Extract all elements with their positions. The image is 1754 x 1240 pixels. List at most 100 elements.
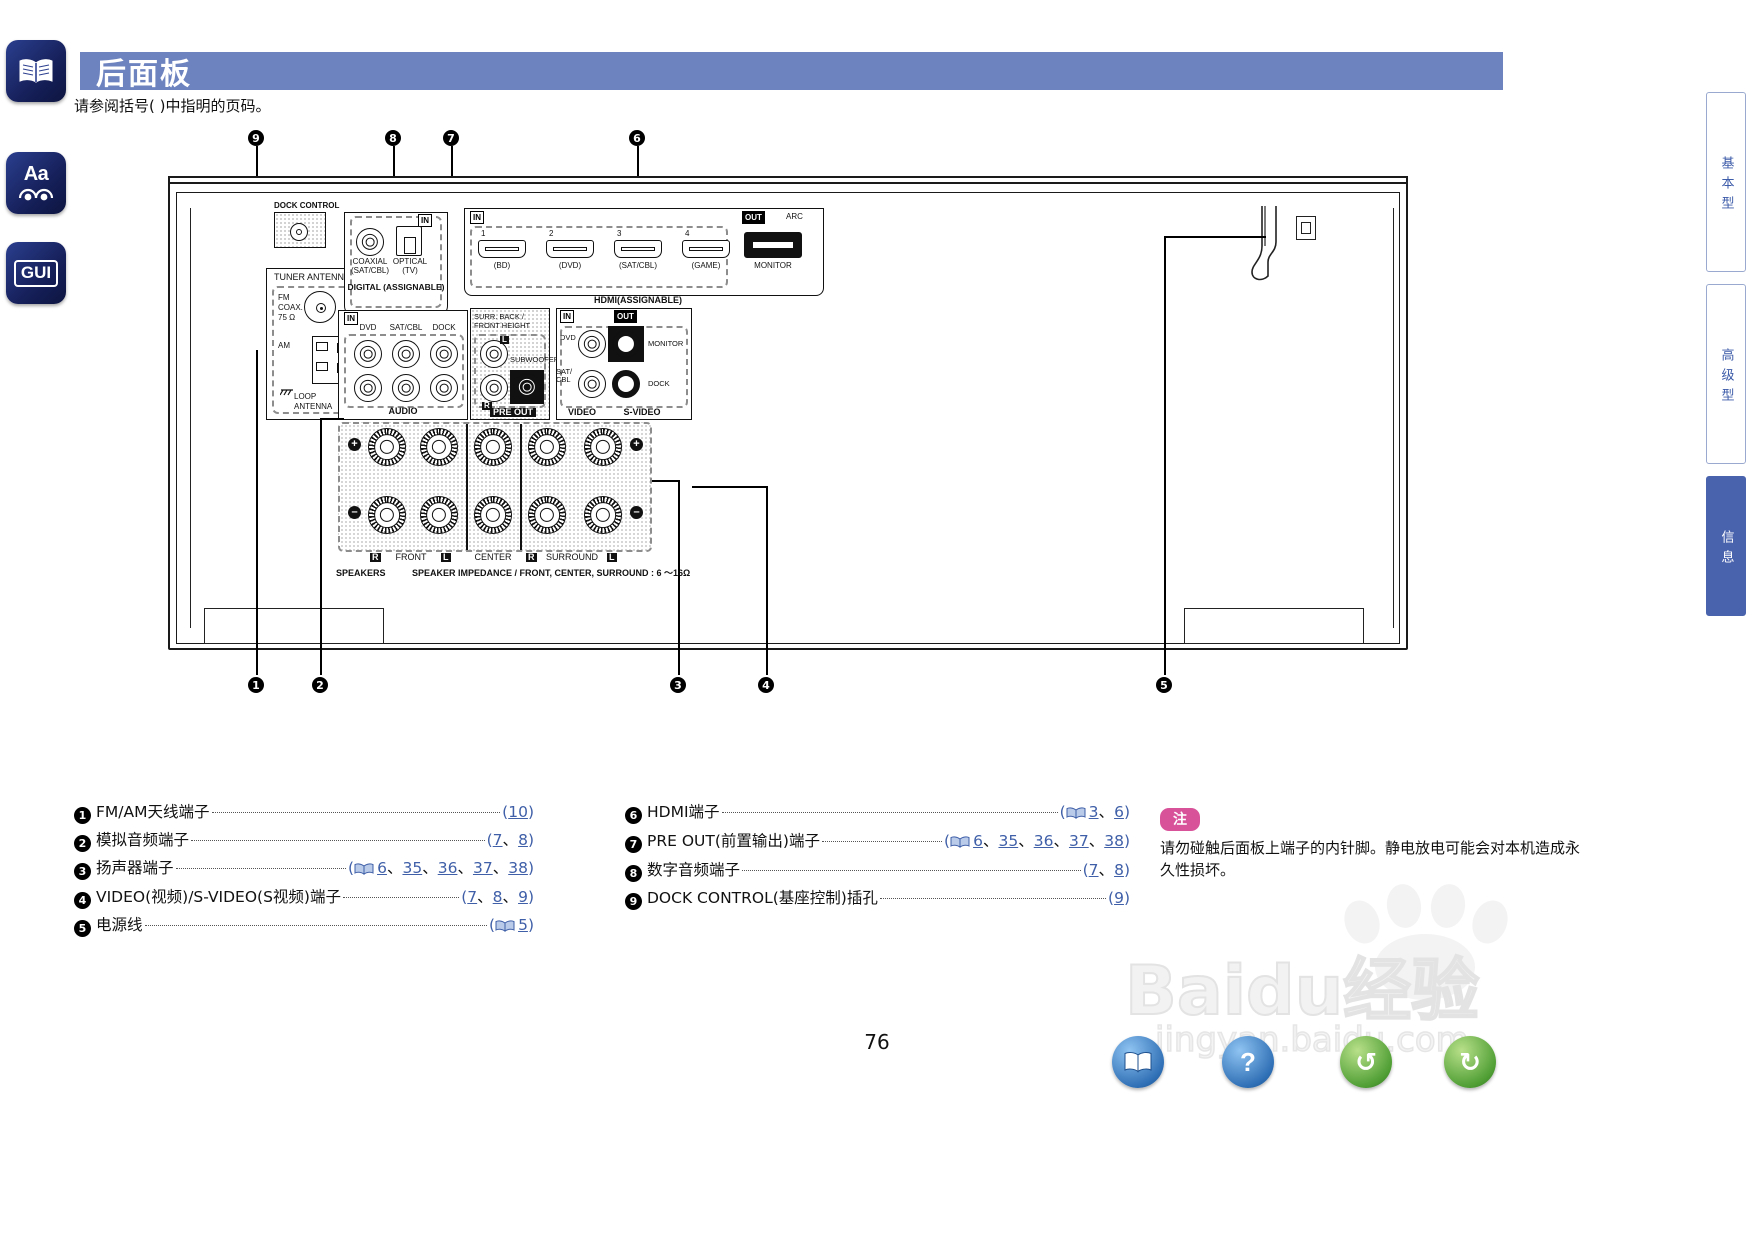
sidebar-tab-basic[interactable]: 基本型 bbox=[1706, 92, 1746, 272]
legend-item-2[interactable]: 2 模拟音频端子 (7、8) bbox=[74, 828, 534, 852]
video-dvd-jack[interactable] bbox=[578, 330, 606, 358]
polarity-plus-left: + bbox=[348, 438, 361, 451]
legend-item-4[interactable]: 4 VIDEO(视频)/S-VIDEO(S视频)端子 (7、8、9) bbox=[74, 885, 534, 909]
legend-item-7-text: PRE OUT(前置输出)端子 bbox=[647, 832, 820, 850]
speakers-label: SPEAKERS bbox=[336, 568, 386, 578]
video-dvd-label: DVD bbox=[560, 333, 576, 342]
page-title-bar bbox=[80, 52, 1503, 90]
speaker-divider-2 bbox=[520, 424, 522, 550]
sidebar-tab-advanced[interactable]: 高级型 bbox=[1706, 284, 1746, 464]
legend-item-3[interactable]: 3 扬声器端子 (6、35、36、37、38) bbox=[74, 856, 534, 880]
speaker-post-front-r-minus[interactable] bbox=[368, 496, 406, 534]
optical-digital-jack[interactable] bbox=[396, 226, 422, 256]
power-inlet-inner bbox=[1301, 222, 1311, 234]
speaker-post-front-r-plus[interactable] bbox=[368, 428, 406, 466]
hdmi-port-3[interactable] bbox=[614, 240, 662, 258]
speaker-front-label: FRONT bbox=[395, 552, 427, 562]
legend-item-4-pages[interactable]: (7、8、9) bbox=[461, 885, 534, 907]
hdmi-group-label: HDMI(ASSIGNABLE) bbox=[594, 295, 682, 305]
video-out-badge: OUT bbox=[614, 310, 637, 323]
video-satcbl-label: SAT/ CBL bbox=[556, 367, 573, 385]
fm-coax-jack[interactable] bbox=[304, 291, 336, 323]
hdmi-port-3-num: 3 bbox=[617, 229, 622, 238]
book-ref-icon bbox=[354, 861, 374, 879]
audio-satcbl-l-jack[interactable] bbox=[392, 340, 420, 368]
callout-4: 4 bbox=[758, 677, 774, 693]
audio-dvd-r-jack[interactable] bbox=[354, 374, 382, 402]
speaker-post-front-l-plus[interactable] bbox=[420, 428, 458, 466]
preout-L-badge: L bbox=[500, 335, 509, 345]
audio-dock-l-jack[interactable] bbox=[430, 340, 458, 368]
speaker-post-center-minus[interactable] bbox=[474, 496, 512, 534]
legend-item-4-dots bbox=[342, 888, 460, 898]
hdmi-port-4[interactable] bbox=[682, 240, 730, 258]
speaker-post-surround-r-minus[interactable] bbox=[528, 496, 566, 534]
help-button[interactable]: ? bbox=[1222, 1036, 1274, 1088]
subwoofer-jack[interactable] bbox=[513, 373, 541, 401]
speaker-post-center-plus[interactable] bbox=[474, 428, 512, 466]
rear-panel-diagram: DOCK CONTROL TUNER ANTENNA FM COAX. 75 Ω… bbox=[0, 120, 1520, 700]
watermark-line1: Baidu经验 bbox=[1124, 951, 1480, 1032]
coaxial-digital-jack[interactable] bbox=[356, 228, 384, 256]
legend-item-5-dots bbox=[144, 916, 487, 926]
page-title: 后面板 bbox=[96, 57, 192, 92]
legend-item-3-pages[interactable]: (6、35、36、37、38) bbox=[348, 856, 534, 879]
svideo-dock-jack[interactable] bbox=[612, 370, 640, 398]
speaker-post-surround-l-plus[interactable] bbox=[584, 428, 622, 466]
legend-item-9[interactable]: 9 DOCK CONTROL(基座控制)插孔 (9) bbox=[625, 886, 1130, 910]
svideo-monitor-jack[interactable] bbox=[612, 330, 640, 358]
back-button[interactable]: ↺ bbox=[1340, 1036, 1392, 1088]
legend-item-6-number: 6 bbox=[625, 807, 642, 824]
leader-line-1 bbox=[256, 350, 258, 675]
callout-5: 5 bbox=[1156, 677, 1172, 693]
hdmi-monitor-port[interactable] bbox=[744, 232, 802, 258]
audio-satcbl-r-jack[interactable] bbox=[392, 374, 420, 402]
legend-item-1-pages[interactable]: (10) bbox=[502, 803, 534, 821]
speaker-post-surround-l-minus[interactable] bbox=[584, 496, 622, 534]
legend-item-2-pages[interactable]: (7、8) bbox=[487, 828, 534, 850]
legend-item-8[interactable]: 8 数字音频端子 (7、8) bbox=[625, 858, 1130, 882]
legend-item-9-pages[interactable]: (9) bbox=[1108, 889, 1130, 907]
book-icon[interactable] bbox=[6, 40, 66, 102]
legend-item-5-text: 电源线 bbox=[96, 916, 143, 934]
legend-item-1-dots bbox=[211, 803, 501, 813]
hdmi-port-2-num: 2 bbox=[549, 229, 554, 238]
legend-item-7-pages[interactable]: (6、35、36、37、38) bbox=[944, 829, 1130, 852]
sidebar-tab-info[interactable]: 信息 bbox=[1706, 476, 1746, 616]
preout-surr-r-jack[interactable] bbox=[480, 374, 508, 402]
hdmi-port-3-label: (SAT/CBL) bbox=[618, 261, 658, 270]
legend-item-8-pages[interactable]: (7、8) bbox=[1083, 858, 1130, 880]
paw-watermark-icon bbox=[1335, 880, 1525, 1000]
forward-button[interactable]: ↻ bbox=[1444, 1036, 1496, 1088]
manual-book-button[interactable] bbox=[1112, 1036, 1164, 1088]
legend-item-9-text: DOCK CONTROL(基座控制)插孔 bbox=[647, 889, 878, 907]
legend-item-7[interactable]: 7 PRE OUT(前置输出)端子 (6、35、36、37、38) bbox=[625, 829, 1130, 853]
leader-line-5 bbox=[1164, 236, 1166, 675]
hdmi-port-2[interactable] bbox=[546, 240, 594, 258]
hdmi-port-1[interactable] bbox=[478, 240, 526, 258]
svideo-group-label: S-VIDEO bbox=[623, 407, 661, 417]
loop-antenna-label: LOOP ANTENNA bbox=[294, 392, 333, 411]
legend-item-1[interactable]: 1 FM/AM天线端子 (10) bbox=[74, 800, 534, 824]
speaker-post-surround-r-plus[interactable] bbox=[528, 428, 566, 466]
leader-line-3b bbox=[652, 480, 680, 482]
coaxial-sub-label: (SAT/CBL) bbox=[350, 266, 390, 275]
leader-line-4 bbox=[766, 486, 768, 675]
speaker-post-front-l-minus[interactable] bbox=[420, 496, 458, 534]
leader-line-2b bbox=[320, 418, 344, 420]
audio-dock-r-jack[interactable] bbox=[430, 374, 458, 402]
legend-item-6[interactable]: 6 HDMI端子 (3、6) bbox=[625, 800, 1130, 824]
legend-item-4-number: 4 bbox=[74, 892, 91, 909]
help-glyph: ? bbox=[1240, 1047, 1256, 1077]
speaker-center-label: CENTER bbox=[474, 552, 512, 562]
audio-dvd-l-jack[interactable] bbox=[354, 340, 382, 368]
dock-control-jack[interactable] bbox=[290, 223, 308, 241]
legend-item-5-pages[interactable]: (5) bbox=[489, 916, 534, 936]
fm-coax-label: FM COAX. 75 Ω bbox=[278, 293, 303, 322]
hdmi-port-1-num: 1 bbox=[481, 229, 486, 238]
legend-item-6-pages[interactable]: (3、6) bbox=[1060, 800, 1130, 823]
video-satcbl-jack[interactable] bbox=[578, 370, 606, 398]
back-glyph: ↺ bbox=[1355, 1047, 1377, 1077]
legend-item-5[interactable]: 5 电源线 (5) bbox=[74, 913, 534, 937]
manual-page: Aa GUI 后面板 请参阅括号( )中指明的页码。 基本型 高级型 信息 9 … bbox=[0, 0, 1754, 1240]
